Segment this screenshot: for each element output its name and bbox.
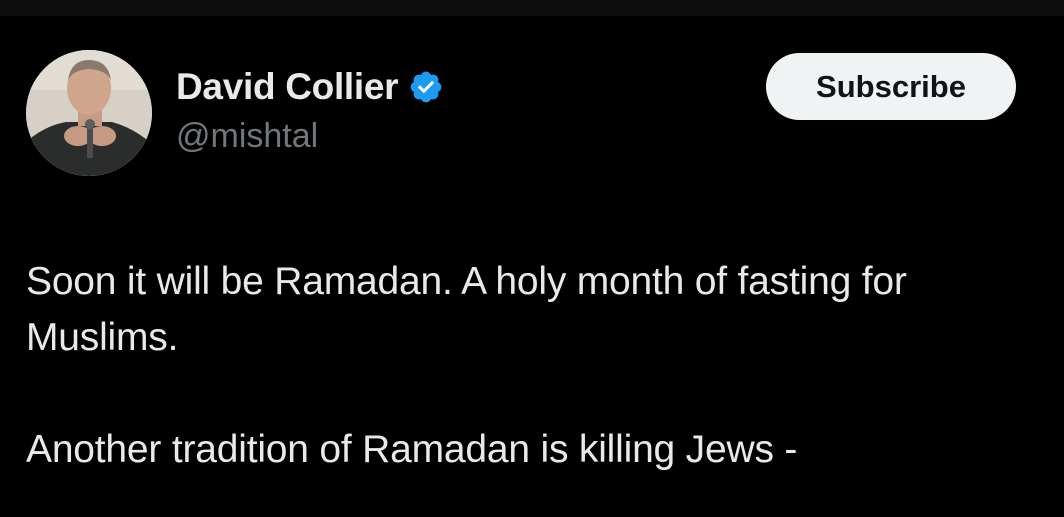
tweet-body: Soon it will be Ramadan. A holy month of… [26,254,1036,478]
avatar-photo [26,50,152,176]
subscribe-button[interactable]: Subscribe [766,53,1016,120]
author-display-name[interactable]: David Collier [176,66,399,108]
verified-badge-icon[interactable] [408,69,444,105]
author-name-row: David Collier [176,64,444,110]
avatar[interactable] [26,50,152,176]
author-handle[interactable]: @mishtal [176,117,318,156]
tweet: David Collier @mishtal Subscribe Soon it… [0,0,1064,517]
tweet-paragraph: Soon it will be Ramadan. A holy month of… [26,260,907,359]
tweet-paragraph: Another tradition of Ramadan is killing … [26,428,798,471]
